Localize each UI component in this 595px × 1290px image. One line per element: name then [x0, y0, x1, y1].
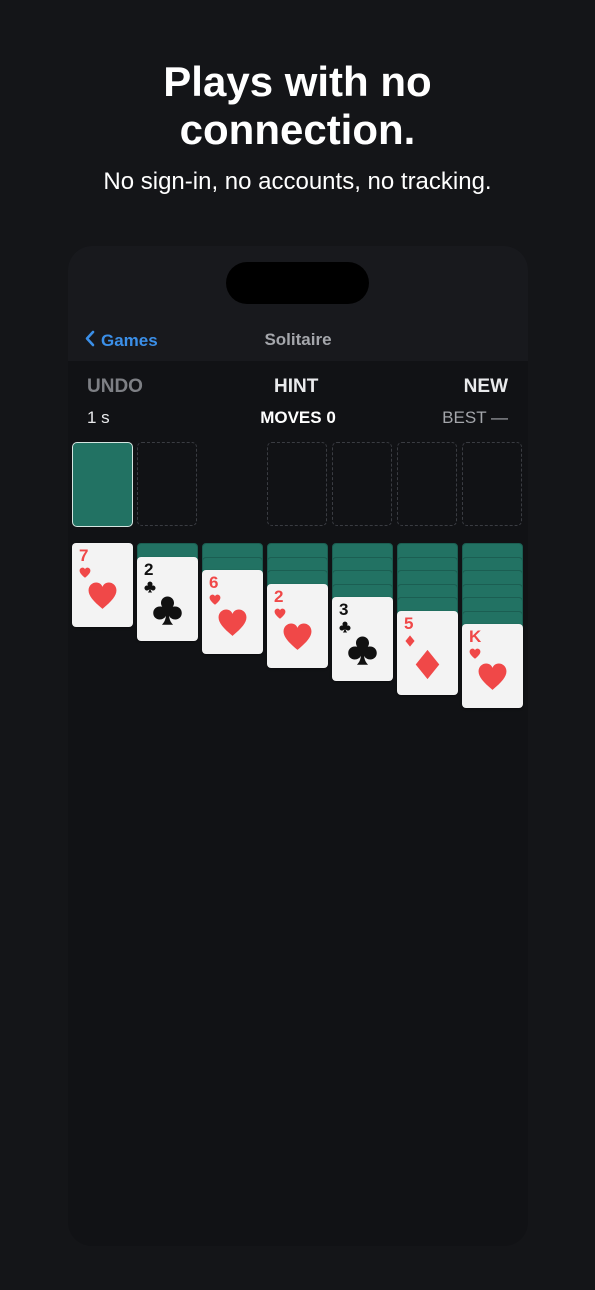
card-rank: 5 — [404, 613, 414, 633]
heart-icon — [477, 662, 508, 698]
promo-headline-line2: connection. — [179, 106, 416, 153]
playing-card[interactable]: 5 — [397, 610, 458, 695]
hint-button[interactable]: HINT — [274, 376, 318, 398]
playing-card[interactable]: 3 — [332, 597, 393, 681]
status-bar: Games Solitaire — [68, 246, 528, 361]
club-icon — [152, 595, 183, 631]
foundation-slot-2[interactable] — [332, 442, 392, 526]
heart-icon — [282, 622, 313, 658]
heart-icon — [87, 581, 118, 617]
card-rank: 2 — [274, 586, 284, 606]
foundation-slot-3[interactable] — [397, 442, 457, 526]
playing-card[interactable]: 7 — [72, 543, 133, 627]
playing-card[interactable]: 6 — [202, 570, 263, 654]
undo-button[interactable]: UNDO — [87, 376, 143, 398]
playing-card[interactable]: 2 — [137, 556, 198, 641]
playing-card[interactable]: K — [462, 624, 523, 708]
foundation-slot-1[interactable] — [267, 442, 327, 526]
card-rank: K — [469, 627, 482, 646]
new-game-button[interactable]: NEW — [464, 376, 508, 398]
foundation-slot-4[interactable] — [462, 442, 522, 526]
playing-card[interactable]: 2 — [267, 583, 328, 668]
dynamic-island — [226, 262, 369, 304]
heart-icon — [217, 608, 248, 644]
diamond-icon — [412, 649, 443, 685]
card-rank: 6 — [209, 573, 219, 592]
waste-slot[interactable] — [137, 442, 197, 526]
club-icon — [347, 635, 378, 671]
card-rank: 3 — [339, 600, 349, 619]
promo-headline-line1: Plays with no — [163, 58, 432, 105]
nav-title: Solitaire — [264, 330, 332, 349]
promo-subline: No sign-in, no accounts, no tracking. — [103, 168, 492, 195]
card-rank: 2 — [144, 559, 154, 579]
promo-headline: Plays with no connection. — [0, 58, 595, 154]
card-rank: 7 — [79, 546, 89, 565]
phone-frame: Games Solitaire UNDO HINT NEW 1 s MOVES … — [68, 246, 528, 1246]
best-score: BEST — — [442, 408, 508, 427]
stock-pile[interactable] — [72, 442, 133, 527]
